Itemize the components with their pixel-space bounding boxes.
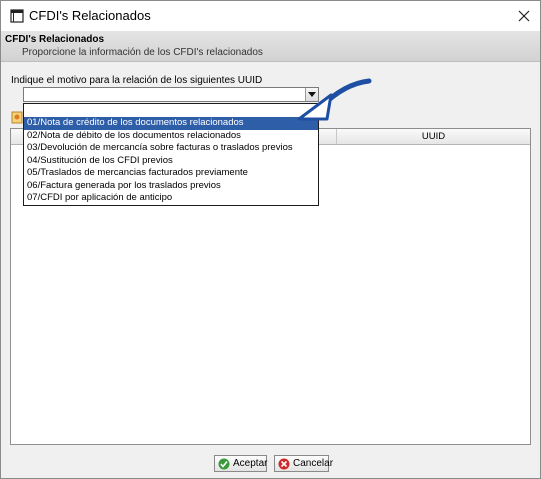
dropdown-blank-row[interactable] <box>24 104 318 117</box>
accept-button-label: Aceptar <box>233 458 268 469</box>
title-bar[interactable]: CFDI's Relacionados <box>1 1 540 31</box>
motivo-combobox[interactable] <box>23 87 319 102</box>
dropdown-item-02[interactable]: 02/Nota de débito de los documentos rela… <box>24 130 318 143</box>
dropdown-item-06[interactable]: 06/Factura generada por los traslados pr… <box>24 180 318 193</box>
dropdown-item-05[interactable]: 05/Traslados de mercancias facturados pr… <box>24 167 318 180</box>
add-uuid-icon[interactable] <box>11 110 23 124</box>
window-title: CFDI's Relacionados <box>29 8 151 23</box>
dropdown-item-04[interactable]: 04/Sustitución de los CFDI previos <box>24 155 318 168</box>
dropdown-item-03[interactable]: 03/Devolución de mercancía sobre factura… <box>24 142 318 155</box>
dropdown-item-07[interactable]: 07/CFDI por aplicación de anticipo <box>24 192 318 205</box>
cancel-button-label: Cancelar <box>293 458 334 469</box>
dialog-window: CFDI's Relacionados CFDI's Relacionados … <box>0 0 541 479</box>
motivo-label: Indique el motivo para la relación de lo… <box>11 75 263 86</box>
pointer-arrow-icon <box>297 78 372 121</box>
header-title: CFDI's Relacionados <box>5 34 105 45</box>
cancel-button[interactable]: Cancelar <box>274 455 333 472</box>
header-band: CFDI's Relacionados Proporcione la infor… <box>1 31 540 62</box>
accept-button[interactable]: Aceptar <box>214 455 267 472</box>
motivo-dropdown-list[interactable]: 01/Nota de crédito de los documentos rel… <box>23 103 319 206</box>
dropdown-item-01[interactable]: 01/Nota de crédito de los documentos rel… <box>24 117 318 130</box>
header-subtitle: Proporcione la información de los CFDI's… <box>22 47 263 58</box>
check-icon <box>218 458 230 470</box>
app-window-icon <box>10 9 24 23</box>
cancel-icon <box>278 458 290 470</box>
close-icon[interactable] <box>511 4 537 28</box>
